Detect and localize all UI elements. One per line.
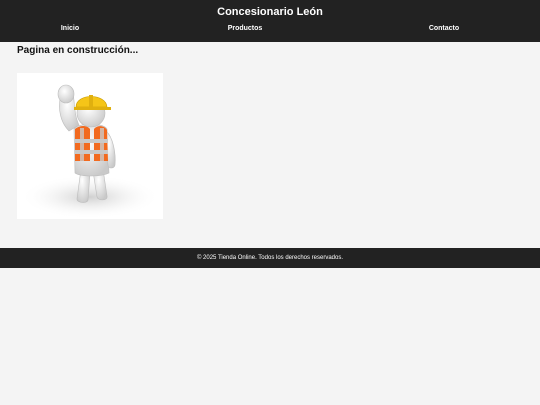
page-heading: Pagina en construcción... [17, 45, 139, 56]
site-header: Concesionario León Inicio Productos Cont… [0, 0, 540, 42]
site-footer: © 2025 Tienda Online. Todos los derechos… [0, 248, 540, 268]
footer-copyright: © 2025 Tienda Online. Todos los derechos… [196, 255, 344, 261]
site-title: Concesionario León [217, 6, 323, 18]
nav-link-contacto[interactable]: Contacto [429, 25, 459, 32]
main-nav: Inicio Productos Contacto [0, 25, 540, 37]
nav-link-productos[interactable]: Productos [228, 25, 263, 32]
main-content: Pagina en construcción... [0, 42, 540, 248]
construction-worker-icon [20, 84, 160, 219]
construction-image [17, 73, 163, 219]
nav-link-inicio[interactable]: Inicio [61, 25, 79, 32]
